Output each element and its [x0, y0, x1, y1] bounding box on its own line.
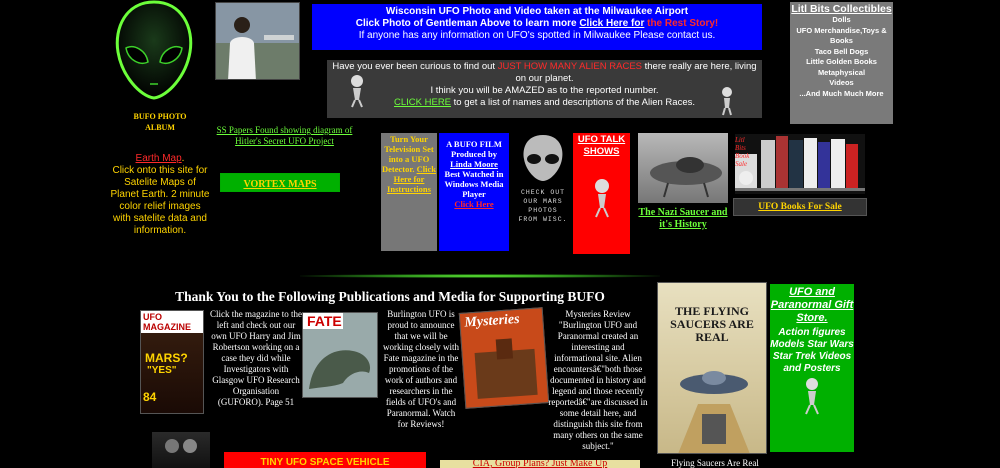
banner-line3: If anyone has any information on UFO's s… — [358, 30, 716, 41]
film-click-here-link[interactable]: Click Here — [439, 199, 509, 209]
banner-click-here-link[interactable]: Click Here for — [579, 18, 644, 29]
earth-map-link[interactable]: Earth Map — [136, 153, 182, 164]
tv-detector-box[interactable]: Turn Your Television Set into a UFO Dete… — [381, 133, 437, 251]
figures-icon — [165, 439, 197, 453]
ufo-magazine-cover[interactable]: UFO MAGAZINE MARS? "YES" 84 — [140, 310, 204, 414]
little-alien-icon — [351, 75, 363, 108]
bottom-cut-link: CIA, Group Plans? Just Make Up — [472, 460, 608, 468]
ufo-talk-label: UFO TALK SHOWS — [577, 134, 626, 157]
ufo-mag-issue: 84 — [143, 390, 157, 404]
ufo-talk-shows-box[interactable]: UFO TALK SHOWS — [573, 133, 630, 254]
tiny-ufo-box[interactable]: TINY UFO SPACE VEHICLE — [224, 452, 426, 468]
green-divider — [300, 274, 660, 278]
races-line3: CLICK HERE to get a list of names and de… — [331, 97, 758, 109]
book-shelf-image[interactable]: Litl Bits Book Sale — [735, 134, 865, 194]
alien-logo[interactable] — [112, 0, 196, 100]
races-click-here-link[interactable]: CLICK HERE — [394, 97, 451, 108]
earth-map-desc: Click onto this site for Satelite Maps o… — [110, 165, 210, 236]
photo-album-label[interactable]: BUFO PHOTO ALBUM — [110, 111, 210, 133]
gift-store-link[interactable]: UFO and Paranormal Gift Store. — [770, 286, 854, 325]
nazi-saucer-photo[interactable] — [638, 133, 728, 203]
fate-text: Burlington UFO is proud to announce that… — [383, 309, 459, 429]
saucer-cover-icon — [678, 371, 750, 453]
saucer-photo-icon — [650, 157, 722, 198]
gentleman-photo-icon — [216, 3, 299, 79]
vortex-maps-label: VORTEX MAPS — [243, 179, 317, 190]
nazi-saucer-link[interactable]: The Nazi Saucer and it's History — [636, 207, 730, 231]
check-mars-text: CHECK OUT OUR MARS PHOTOS FROM WISC. — [518, 189, 568, 223]
alien-head-icon — [115, 0, 193, 100]
castle-cover-icon — [474, 338, 538, 399]
fate-cover-title: FATE — [303, 313, 343, 329]
fate-cover[interactable]: FATE — [302, 312, 378, 398]
flying-saucers-book[interactable]: THE FLYING SAUCERS ARE REAL — [657, 282, 767, 454]
gift-store-box[interactable]: UFO and Paranormal Gift Store. Action fi… — [770, 284, 854, 452]
ufo-mag-mars: MARS? — [145, 351, 188, 365]
gift-store-items: Action figures Models Star Wars Star Tre… — [770, 327, 854, 374]
banner-line2: Click Photo of Gentleman Above to learn … — [312, 18, 762, 30]
milwaukee-banner: Wisconsin UFO Photo and Video taken at t… — [312, 4, 762, 50]
ss-papers-link[interactable]: SS Papers Found showing diagram of Hitle… — [212, 125, 357, 147]
film-line2: Produced by — [451, 149, 497, 159]
litl-bits-item: Metaphysical — [817, 67, 866, 77]
races-red-text: JUST HOW MANY ALIEN RACES — [497, 61, 642, 72]
litl-bits-item: Little Golden Books — [806, 57, 877, 66]
album-line1: BUFO PHOTO — [133, 112, 187, 121]
banner-rest-story-link[interactable]: the Rest Story! — [644, 18, 718, 29]
ufo-mag-title: UFO MAGAZINE — [141, 311, 203, 333]
litl-bits-item: Videos — [829, 78, 854, 87]
flying-saucers-title: THE FLYING SAUCERS ARE REAL — [670, 304, 754, 344]
earth-map-block: Earth Map. Click onto this site for Sate… — [110, 153, 210, 237]
litl-bits-item: Dolls — [832, 15, 851, 24]
earth-map-dot: . — [181, 153, 185, 164]
film-linda-link[interactable]: Linda Moore — [439, 159, 509, 169]
mars-photos-tile[interactable]: CHECK OUT OUR MARS PHOTOS FROM WISC. — [518, 133, 568, 251]
races-line1-pre: Have you ever been curious to find out — [332, 61, 498, 72]
gentleman-photo[interactable] — [215, 2, 300, 80]
vortex-maps-button[interactable]: VORTEX MAPS — [220, 173, 340, 192]
alien-walker-icon — [594, 179, 609, 218]
alien-races-box: Have you ever been curious to find out J… — [327, 60, 762, 118]
litl-bits-item: ...And Much Much More — [799, 88, 884, 98]
litl-bits-item: UFO Merchandise,Toys & Books — [796, 25, 887, 46]
ufo-magazine-text: Click the magazine to the left and check… — [210, 309, 302, 407]
banner-line2-pre: Click Photo of Gentleman Above to learn … — [355, 18, 580, 29]
ufo-mag-yes: "YES" — [147, 365, 177, 376]
dinosaur-cover-icon — [309, 350, 371, 389]
film-line3: Best Watched in Windows Media Player — [444, 169, 504, 199]
alien-walker-icon — [805, 378, 819, 415]
thinking-figure-icon — [722, 87, 732, 116]
film-line1: A BUFO FILM — [446, 139, 502, 149]
races-line3-post: to get a list of names and descriptions … — [451, 97, 695, 108]
races-line2: I think you will be AMAZED as to the rep… — [430, 85, 659, 96]
races-line1: Have you ever been curious to find out J… — [331, 61, 758, 85]
grey-alien-icon — [523, 135, 563, 181]
bottom-photo-partial[interactable] — [152, 432, 210, 468]
thanks-heading: Thank You to the Following Publications … — [175, 289, 605, 304]
mysteries-cover[interactable]: Mysteries — [458, 307, 550, 409]
litl-bits-title[interactable]: Litl Bits Collectibles — [790, 3, 893, 15]
litl-bits-box[interactable]: Litl Bits Collectibles Dolls UFO Merchan… — [790, 2, 893, 124]
bufo-film-box[interactable]: A BUFO FILM Produced by Linda Moore Best… — [439, 133, 509, 251]
mysteries-text: Mysteries Review "Burlington UFO and Par… — [548, 309, 648, 451]
litl-bits-item: Taco Bell Dogs — [814, 46, 869, 56]
bottom-cut-box[interactable]: CIA, Group Plans? Just Make Up — [440, 460, 640, 468]
tiny-ufo-label: TINY UFO SPACE VEHICLE — [260, 457, 390, 468]
album-line2: ALBUM — [145, 123, 175, 132]
ufo-books-link[interactable]: UFO Books For Sale — [733, 198, 867, 216]
banner-line1: Wisconsin UFO Photo and Video taken at t… — [385, 6, 689, 17]
books-sign-text: Litl Bits Book Sale — [735, 136, 750, 168]
flying-saucers-caption: Flying Saucers Are Real — [671, 458, 759, 468]
